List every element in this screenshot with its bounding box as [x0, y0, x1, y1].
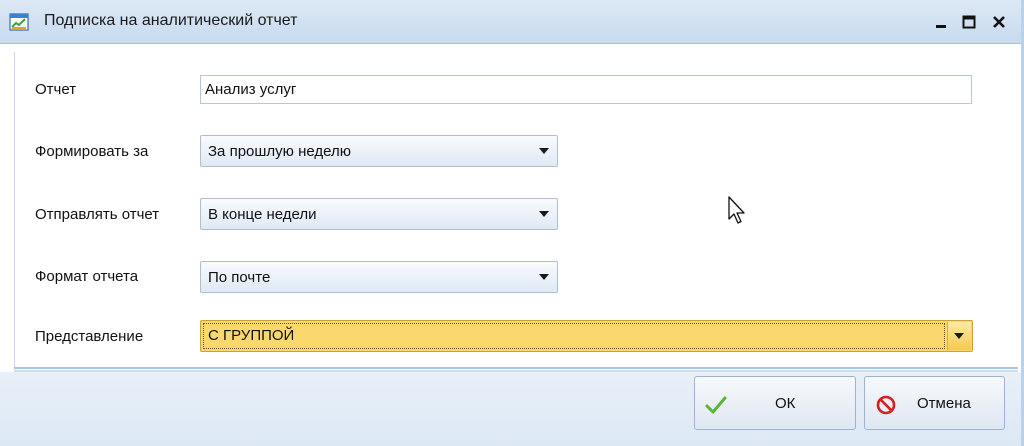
- window-title: Подписка на аналитический отчет: [44, 12, 298, 29]
- minimize-button[interactable]: [930, 9, 952, 35]
- maximize-icon: [962, 15, 976, 29]
- report-label: Отчет: [35, 81, 77, 98]
- title-bar[interactable]: Подписка на аналитический отчет: [0, 0, 1021, 44]
- format-label: Формат отчета: [35, 268, 139, 285]
- period-dropdown[interactable]: За прошлую неделю: [200, 135, 558, 167]
- view-value: С ГРУППОЙ: [208, 327, 295, 344]
- form-area: Отчет Формировать за За прошлую неделю О…: [14, 52, 1018, 368]
- format-value: По почте: [208, 269, 271, 286]
- no-entry-icon: [876, 395, 896, 415]
- chevron-down-icon: [539, 148, 549, 154]
- chevron-down-icon: [539, 274, 549, 280]
- chevron-down-icon: [954, 333, 964, 339]
- chart-report-icon: [9, 13, 29, 31]
- maximize-button[interactable]: [958, 9, 980, 35]
- focus-rectangle: [203, 323, 945, 349]
- period-label: Формировать за: [35, 143, 149, 160]
- minimize-icon: [936, 25, 946, 28]
- mouse-cursor-icon: [728, 196, 745, 224]
- period-value: За прошлую неделю: [208, 143, 351, 160]
- chevron-down-icon: [539, 211, 549, 217]
- send-label: Отправлять отчет: [35, 206, 160, 223]
- view-label: Представление: [35, 328, 144, 345]
- cancel-button[interactable]: Отмена: [864, 376, 1005, 430]
- checkmark-icon: [705, 396, 727, 414]
- ok-button[interactable]: ОК: [694, 376, 856, 430]
- ok-label: ОК: [775, 395, 796, 412]
- close-icon: [993, 16, 1005, 28]
- send-dropdown[interactable]: В конце недели: [200, 198, 558, 230]
- send-value: В конце недели: [208, 206, 317, 223]
- button-bar: ОК Отмена: [0, 372, 1021, 446]
- close-button[interactable]: [988, 9, 1010, 35]
- view-dropdown[interactable]: С ГРУППОЙ: [200, 320, 973, 352]
- subscription-dialog: Подписка на аналитический отчет Отчет Фо…: [0, 0, 1024, 446]
- report-input[interactable]: [200, 75, 972, 104]
- view-dropdown-button[interactable]: [947, 322, 971, 350]
- format-dropdown[interactable]: По почте: [200, 261, 558, 293]
- cancel-label: Отмена: [917, 395, 971, 412]
